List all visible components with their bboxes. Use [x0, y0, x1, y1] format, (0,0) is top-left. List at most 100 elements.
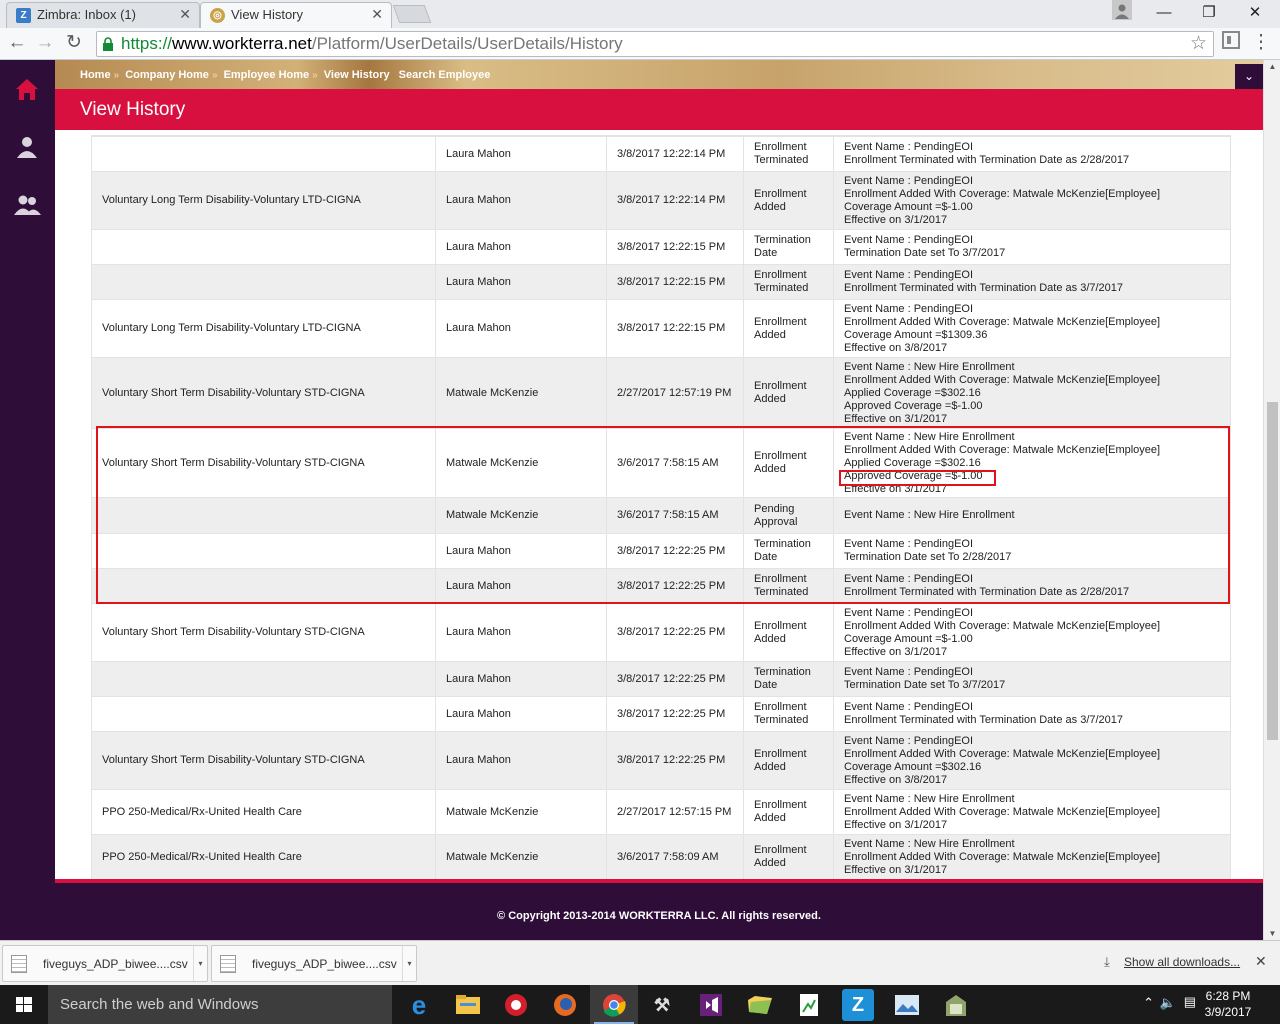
plan-cell	[91, 229, 436, 265]
user-cell: Laura Mahon	[435, 136, 607, 172]
action-line: Enrollment	[754, 747, 807, 760]
chrome-icon[interactable]	[598, 989, 630, 1021]
breadcrumb-company-home[interactable]: Company Home	[125, 69, 209, 81]
user-icon[interactable]	[12, 132, 42, 162]
chrome-menu-icon[interactable]: ⋮	[1248, 31, 1274, 57]
reload-icon[interactable]: ↻	[61, 31, 87, 57]
breadcrumb: Home» Company Home» Employee Home» View …	[80, 69, 491, 81]
action-cell: Enrollment Added	[743, 299, 834, 358]
copyright-text: © Copyright 2013-2014 WORKTERRA LLC. All…	[497, 910, 821, 922]
bookmark-star-icon[interactable]: ☆	[1190, 32, 1207, 56]
table-row: PPO 250-Medical/Rx-United Health Care Mat…	[91, 834, 1231, 879]
plan-cell: Voluntary Short Term Disability-Voluntar…	[91, 357, 436, 429]
detail-line: Event Name : PendingEOI	[844, 701, 974, 713]
volume-icon[interactable]: 🔈	[1160, 995, 1176, 1011]
close-icon[interactable]: ✕	[1255, 953, 1267, 970]
breadcrumb-home[interactable]: Home	[80, 69, 111, 81]
home-icon[interactable]	[12, 74, 42, 104]
zimbra-icon: Z	[16, 8, 31, 23]
chevron-down-icon[interactable]: ▾	[402, 946, 416, 981]
action-line: Added	[754, 812, 786, 824]
details-cell: Event Name : New Hire Enrollment Enrollme…	[833, 357, 1231, 429]
detail-line: Coverage Amount =$-1.00	[844, 200, 973, 213]
notepad-icon[interactable]	[793, 989, 825, 1021]
forward-icon[interactable]: →	[32, 31, 58, 57]
action-cell: Termination Date	[743, 229, 834, 265]
users-icon[interactable]	[12, 190, 42, 220]
url-scheme: https://	[121, 34, 173, 53]
scroll-thumb[interactable]	[1267, 402, 1278, 740]
image-viewer-icon[interactable]	[891, 989, 923, 1021]
scroll-up-arrow[interactable]: ▲	[1264, 62, 1280, 71]
visual-studio-icon[interactable]	[695, 989, 727, 1021]
tab-view-history[interactable]: ◎ View History ✕	[200, 2, 392, 28]
detail-line: Termination Date set To 3/7/2017	[844, 247, 1006, 259]
plan-cell: Voluntary Long Term Disability-Voluntary…	[91, 299, 436, 358]
maximize-button[interactable]: ❐	[1187, 0, 1231, 26]
header-banner: Home» Company Home» Employee Home» View …	[55, 60, 1263, 89]
firefox-icon[interactable]	[549, 989, 581, 1021]
scroll-down-arrow[interactable]: ▼	[1264, 929, 1280, 938]
edge-icon[interactable]: e	[403, 989, 435, 1021]
action-line: Terminated	[754, 154, 809, 166]
date-cell: 3/8/2017 12:22:25 PM	[606, 661, 744, 697]
taskbar-clock[interactable]: 6:28 PM 3/9/2017	[1198, 988, 1258, 1020]
url-host: www.workterra.net	[172, 34, 312, 53]
action-line: Enrollment	[754, 380, 807, 392]
chevron-up-icon[interactable]: ⌃	[1143, 995, 1154, 1011]
action-cell: Enrollment Added	[743, 789, 834, 835]
table-row: Laura Mahon 3/8/2017 12:22:15 PM Terminati…	[91, 229, 1231, 265]
chevron-down-icon[interactable]: ▾	[193, 946, 207, 981]
windows-taskbar: Search the web and Windows e ⚒ Z ⌃ 🔈 ▤ 6…	[0, 985, 1280, 1024]
folder-icon[interactable]	[744, 989, 776, 1021]
back-icon[interactable]: ←	[4, 31, 30, 57]
clock-date: 3/9/2017	[1204, 1005, 1252, 1019]
breadcrumb-employee-home[interactable]: Employee Home	[224, 69, 310, 81]
detail-line: Effective on 3/1/2017	[844, 818, 948, 831]
action-line: Added	[754, 632, 786, 645]
windows-start-icon[interactable]	[0, 985, 48, 1024]
calculator-icon[interactable]	[940, 989, 972, 1021]
detail-line: Coverage Amount =$-1.00	[844, 632, 973, 645]
close-tab-icon[interactable]: ✕	[371, 6, 383, 23]
profile-icon[interactable]	[1100, 0, 1144, 26]
page-scrollbar[interactable]: ▲ ▼	[1263, 60, 1280, 940]
taskbar-search-input[interactable]: Search the web and Windows	[48, 985, 392, 1024]
plan-cell: Voluntary Long Term Disability-Voluntary…	[91, 171, 436, 230]
detail-line: Event Name : PendingEOI	[844, 234, 974, 246]
notification-icon[interactable]: ▤	[1184, 994, 1196, 1010]
show-all-downloads-link[interactable]: Show all downloads...	[1124, 955, 1240, 969]
user-cell: Matwale McKenzie	[435, 789, 607, 835]
date-cell: 3/8/2017 12:22:14 PM	[606, 171, 744, 230]
download-item[interactable]: fiveguys_ADP_biwee....csv ▾	[211, 945, 417, 982]
csv-file-icon	[220, 955, 236, 973]
close-window-button[interactable]: ✕	[1233, 0, 1277, 26]
user-cell: Laura Mahon	[435, 731, 607, 790]
date-cell: 3/8/2017 12:22:15 PM	[606, 264, 744, 300]
user-cell: Laura Mahon	[435, 171, 607, 230]
detail-line: Enrollment Terminated with Termination D…	[844, 282, 1124, 294]
tools-icon[interactable]: ⚒	[646, 989, 678, 1021]
minimize-button[interactable]: —	[1142, 0, 1186, 26]
table-row: Voluntary Short Term Disability-Voluntar…	[91, 603, 1231, 662]
chevron-down-icon[interactable]: ⌄	[1235, 64, 1263, 89]
download-item[interactable]: fiveguys_ADP_biwee....csv ▾	[2, 945, 208, 982]
tab-zimbra[interactable]: Z Zimbra: Inbox (1) ✕	[6, 2, 200, 28]
zimbra-taskbar-icon[interactable]: Z	[842, 989, 874, 1021]
breadcrumb-search-employee[interactable]: Search Employee	[399, 69, 491, 81]
address-bar[interactable]: https://www.workterra.net/Platform/UserD…	[96, 31, 1214, 57]
detail-line: Coverage Amount =$302.16	[844, 760, 982, 773]
details-cell: Event Name : PendingEOI Enrollment Added …	[833, 731, 1231, 790]
action-cell: Enrollment Added	[743, 834, 834, 879]
file-explorer-icon[interactable]	[452, 989, 484, 1021]
new-tab-button[interactable]	[392, 5, 432, 23]
extension-icon[interactable]	[1220, 31, 1242, 57]
user-cell: Matwale McKenzie	[435, 357, 607, 429]
app-icon-red[interactable]	[500, 989, 532, 1021]
close-tab-icon[interactable]: ✕	[179, 6, 191, 23]
breadcrumb-view-history[interactable]: View History	[324, 69, 390, 81]
plan-cell: Voluntary Short Term Disability-Voluntar…	[91, 603, 436, 662]
action-line: Added	[754, 328, 786, 341]
detail-line: Event Name : New Hire Enrollment	[844, 360, 1015, 373]
details-cell: Event Name : PendingEOI Enrollment Termin…	[833, 696, 1231, 732]
